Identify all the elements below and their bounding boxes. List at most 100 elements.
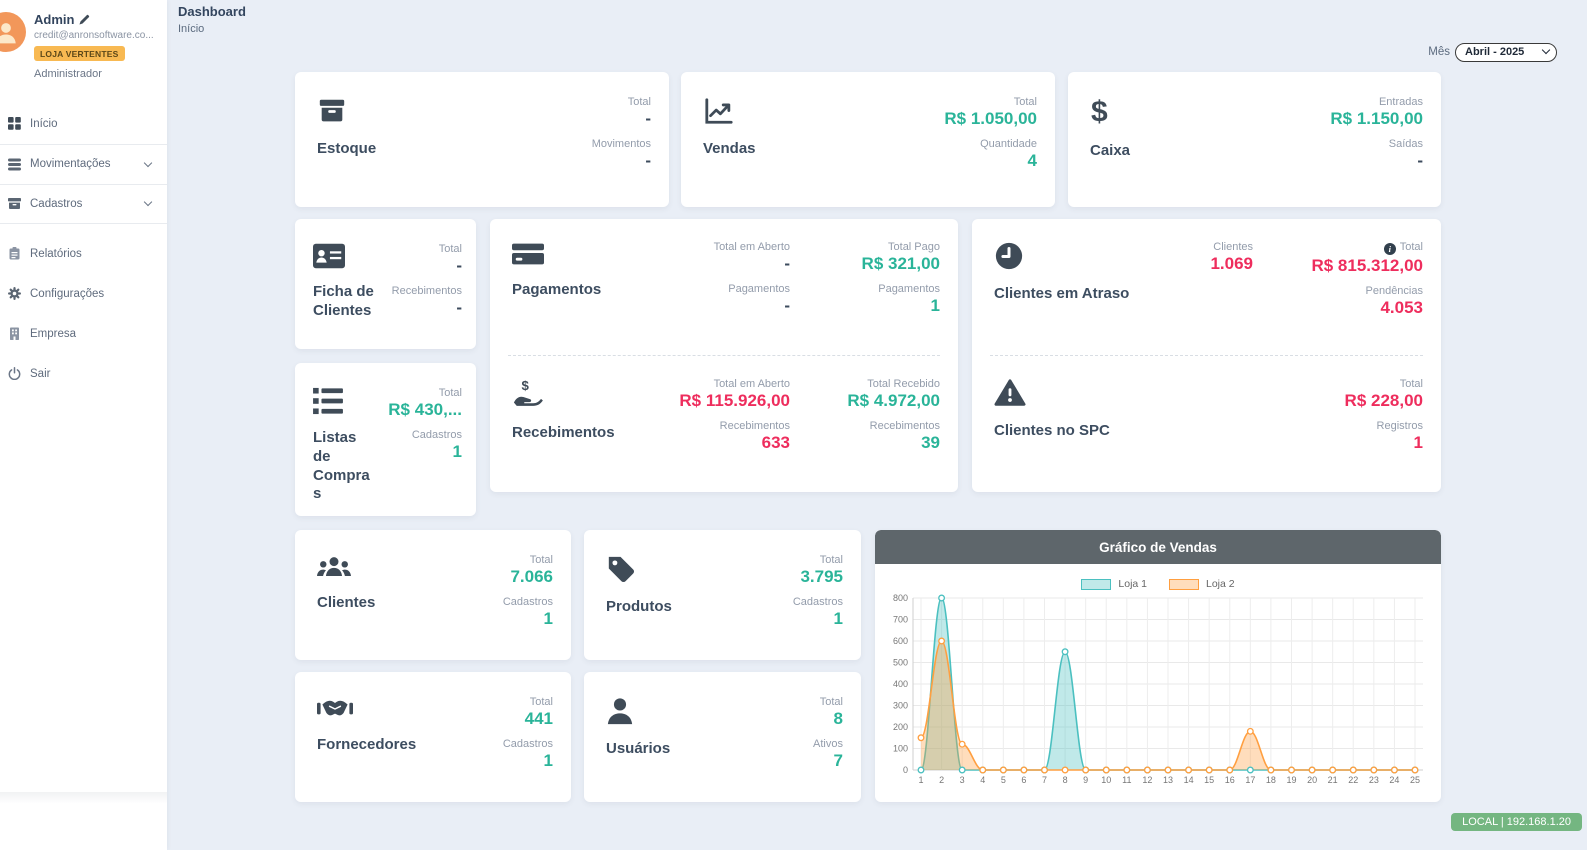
- chart-body: 0100200300400500600700800123456789101112…: [875, 592, 1441, 795]
- stat-value: 8: [834, 709, 843, 729]
- legend-label: Loja 2: [1206, 578, 1235, 590]
- edit-pencil-icon[interactable]: [79, 14, 90, 25]
- warning-triangle-icon: [994, 378, 1148, 408]
- stat-label: Total: [1400, 378, 1423, 390]
- info-icon[interactable]: i: [1384, 243, 1396, 255]
- card-title: Clientes: [317, 594, 503, 613]
- card-vendas: Vendas Total R$ 1.050,00 Quantidade 4: [681, 72, 1055, 207]
- card-title: Recebimentos: [512, 424, 635, 443]
- sidebar-item-empresa[interactable]: Empresa: [0, 314, 167, 354]
- power-icon: [2, 367, 26, 380]
- stat-label: Cadastros: [503, 596, 553, 608]
- sidebar-item-inicio[interactable]: Início: [0, 104, 167, 144]
- stat-value: -: [456, 298, 462, 318]
- stat-label: Total: [530, 554, 553, 566]
- archive-icon: [2, 197, 26, 210]
- stat-label: Cadastros: [412, 429, 462, 441]
- sidebar-item-relatorios[interactable]: Relatórios: [0, 234, 167, 274]
- card-title: Produtos: [606, 598, 793, 617]
- dollar-icon: $: [1090, 96, 1330, 128]
- id-card-icon: [313, 243, 379, 269]
- users-icon: [317, 554, 503, 580]
- chart-title: Gráfico de Vendas: [1099, 540, 1217, 555]
- stat-value: R$ 321,00: [862, 254, 940, 274]
- card-clientes: Clientes Total 7.066 Cadastros 1: [295, 530, 571, 660]
- sidebar-item-sair[interactable]: Sair: [0, 354, 167, 394]
- breadcrumb-item: Início: [178, 23, 246, 35]
- svg-text:24: 24: [1389, 775, 1399, 785]
- card-pagamentos-recebimentos: Pagamentos Total em Aberto - Pagamentos …: [490, 219, 958, 492]
- legend-item[interactable]: Loja 2: [1169, 578, 1235, 590]
- svg-text:6: 6: [1021, 775, 1026, 785]
- sidebar-item-label: Sair: [30, 368, 155, 380]
- gear-icon: [2, 287, 26, 300]
- svg-text:1: 1: [918, 775, 923, 785]
- sidebar-item-movimentacoes[interactable]: Movimentações: [0, 144, 167, 184]
- stack-icon: [2, 158, 26, 171]
- month-filter: Mês Abril - 2025: [1428, 42, 1557, 62]
- stat-label: Pagamentos: [728, 283, 790, 295]
- card-title: Clientes em Atraso: [994, 285, 1148, 304]
- svg-text:3: 3: [960, 775, 965, 785]
- building-icon: [2, 327, 26, 340]
- card-title: Ficha de Clientes: [313, 283, 379, 321]
- stat-value: -: [645, 109, 651, 129]
- month-label: Mês: [1428, 46, 1450, 58]
- card-title: Usuários: [606, 740, 813, 759]
- section-clientes-spc: Clientes no SPC Total R$ 228,00 Registro…: [972, 356, 1441, 492]
- stat-value: 4.053: [1380, 298, 1423, 318]
- stat-value: -: [456, 256, 462, 276]
- legend-swatch: [1081, 579, 1111, 590]
- chevron-down-icon: [144, 198, 152, 206]
- svg-text:300: 300: [893, 701, 908, 711]
- svg-text:700: 700: [893, 615, 908, 625]
- legend-item[interactable]: Loja 1: [1081, 578, 1147, 590]
- sidebar-item-configuracoes[interactable]: Configurações: [0, 274, 167, 314]
- stat-value: 1: [931, 296, 940, 316]
- svg-text:11: 11: [1122, 775, 1131, 785]
- stat-value: 1.069: [1210, 254, 1253, 274]
- stat-value: R$ 228,00: [1345, 391, 1423, 411]
- card-atraso-spc: Clientes em Atraso Clientes 1.069 i Total…: [972, 219, 1441, 492]
- user-role: Administrador: [34, 68, 154, 80]
- section-clientes-atraso: Clientes em Atraso Clientes 1.069 iTotal…: [972, 219, 1441, 355]
- card-estoque: Estoque Total - Movimentos -: [295, 72, 669, 207]
- page-title: Dashboard: [178, 4, 246, 19]
- card-title: Pagamentos: [512, 281, 635, 300]
- card-title: Vendas: [703, 140, 944, 159]
- svg-text:12: 12: [1142, 775, 1152, 785]
- stat-label: Recebimentos: [870, 420, 940, 432]
- stat-label: Total: [820, 554, 843, 566]
- stat-value: 7: [834, 751, 843, 771]
- stat-label: Total: [439, 243, 462, 255]
- sidebar-nav: Início Movimentações Cadastros Relatório…: [0, 104, 167, 394]
- sales-chart-card: Gráfico de Vendas Loja 1Loja 2 010020030…: [875, 530, 1441, 802]
- clock-icon: [994, 241, 1148, 271]
- chart-line-icon: [703, 96, 944, 126]
- stat-value: 633: [762, 433, 790, 453]
- svg-text:25: 25: [1410, 775, 1420, 785]
- store-badge: LOJA VERTENTES: [34, 46, 125, 61]
- sidebar-item-cadastros[interactable]: Cadastros: [0, 184, 167, 224]
- card-title: Clientes no SPC: [994, 422, 1148, 441]
- stat-label: Total: [1014, 96, 1037, 108]
- card-title: Estoque: [317, 140, 592, 159]
- sidebar-item-label: Início: [30, 118, 155, 130]
- sidebar-item-label: Relatórios: [30, 248, 155, 260]
- stat-value: 3.795: [800, 567, 843, 587]
- stat-value: 7.066: [510, 567, 553, 587]
- handshake-icon: [317, 696, 503, 722]
- stat-label: Recebimentos: [720, 420, 790, 432]
- svg-text:$: $: [1091, 96, 1108, 128]
- chart-legend: Loja 1 Loja 2: [875, 578, 1441, 590]
- svg-text:23: 23: [1369, 775, 1379, 785]
- user-email: credit@anronsoftware.co...: [34, 30, 154, 41]
- svg-text:15: 15: [1204, 775, 1214, 785]
- svg-text:19: 19: [1286, 775, 1296, 785]
- stat-value: -: [1417, 151, 1423, 171]
- section-pagamentos: Pagamentos Total em Aberto - Pagamentos …: [490, 219, 958, 355]
- breadcrumb: Dashboard Início: [178, 4, 246, 35]
- stat-label: Clientes: [1213, 241, 1253, 253]
- stat-value: 1: [544, 751, 553, 771]
- month-select[interactable]: Abril - 2025: [1455, 43, 1557, 62]
